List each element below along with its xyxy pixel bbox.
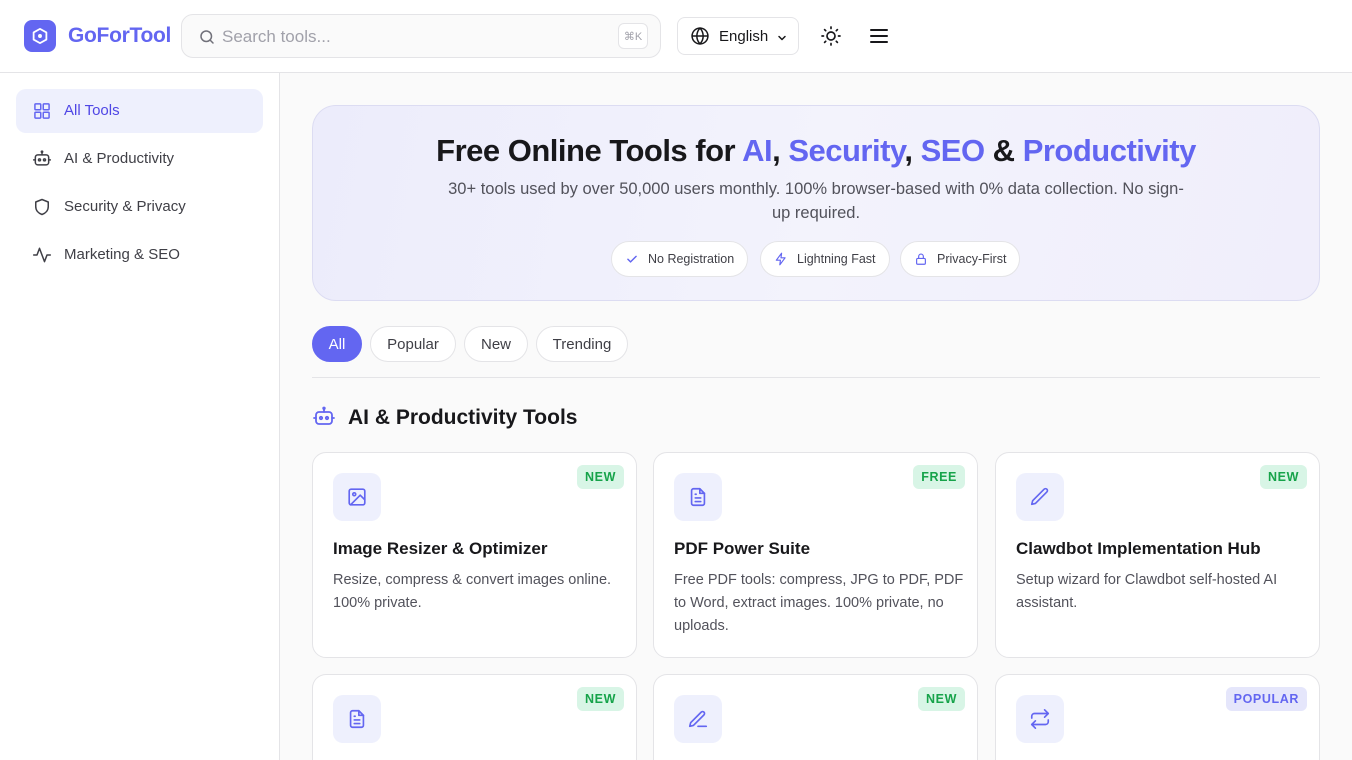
card-description: Free PDF tools: compress, JPG to PDF, PD…: [674, 572, 964, 634]
activity-icon: [32, 245, 52, 265]
new-badge: NEW: [577, 687, 624, 711]
robot-icon: [312, 405, 336, 429]
chevron-down-icon: [776, 32, 788, 44]
tool-card-pdf-power-suite[interactable]: FREE PDF Power Suite Free PDF tools: com…: [653, 452, 978, 658]
language-label: English: [719, 28, 769, 45]
image-icon: [333, 473, 381, 521]
hero-subtitle: 30+ tools used by over 50,000 users mont…: [448, 180, 1184, 222]
feature-pill-no-registration: No Registration: [611, 241, 749, 277]
filter-tab-popular[interactable]: Popular: [370, 326, 456, 362]
grid-icon: [32, 101, 52, 121]
hero-title: Free Online Tools for AI, Security, SEO …: [436, 133, 1196, 168]
search-box[interactable]: ⌘K: [181, 14, 661, 58]
logo-icon[interactable]: [24, 20, 56, 52]
sidebar-item-security-privacy[interactable]: Security & Privacy: [16, 185, 263, 229]
filter-tab-new[interactable]: New: [464, 326, 528, 362]
card-title: PDF Power Suite: [674, 539, 811, 558]
new-badge: NEW: [918, 687, 965, 711]
sidebar-item-marketing-seo[interactable]: Marketing & SEO: [16, 233, 263, 277]
lock-icon: [914, 252, 928, 266]
section-title: AI & Productivity Tools: [348, 406, 578, 429]
search-input[interactable]: [222, 26, 602, 48]
feature-pill-privacy-first: Privacy-First: [900, 241, 1021, 277]
pencil-icon: [1016, 473, 1064, 521]
file-text-icon: [674, 473, 722, 521]
card-description: Resize, compress & convert images online…: [333, 572, 612, 611]
new-badge: NEW: [577, 465, 624, 489]
sidebar: All Tools AI & Productivity Security & P…: [0, 73, 280, 760]
sidebar-item-label: Security & Privacy: [64, 198, 186, 215]
robot-icon: [32, 149, 52, 169]
pill-label: No Registration: [648, 252, 735, 266]
repeat-icon: [1016, 695, 1064, 743]
filter-tab-trending[interactable]: Trending: [536, 326, 628, 362]
shield-icon: [32, 197, 52, 217]
search-shortcut-hint: ⌘K: [618, 23, 648, 49]
tool-card[interactable]: NEW: [653, 674, 978, 760]
card-title: Image Resizer & Optimizer: [333, 539, 548, 558]
tool-card-clawdbot-hub[interactable]: NEW Clawdbot Implementation Hub Setup wi…: [995, 452, 1320, 658]
file-text-icon: [333, 695, 381, 743]
card-title: Clawdbot Implementation Hub: [1016, 539, 1261, 558]
lightning-icon: [774, 252, 788, 266]
sidebar-item-label: Marketing & SEO: [64, 246, 180, 263]
tool-card[interactable]: NEW: [312, 674, 637, 760]
brand-name[interactable]: GoForTool: [68, 24, 171, 48]
feature-pill-lightning-fast: Lightning Fast: [760, 241, 890, 277]
top-header: GoForTool ⌘K English: [0, 0, 1352, 73]
theme-toggle-sun-icon[interactable]: [819, 24, 843, 48]
pill-label: Lightning Fast: [797, 252, 876, 266]
new-badge: NEW: [1260, 465, 1307, 489]
filter-tab-all[interactable]: All: [312, 326, 362, 362]
tool-card[interactable]: POPULAR: [995, 674, 1320, 760]
free-badge: FREE: [913, 465, 965, 489]
popular-badge: POPULAR: [1225, 687, 1307, 711]
card-description: Setup wizard for Clawdbot self-hosted AI…: [1016, 572, 1278, 611]
globe-icon: [690, 26, 710, 46]
section-divider: [312, 377, 1320, 378]
sidebar-item-all-tools[interactable]: All Tools: [16, 89, 263, 133]
hero-banner: Free Online Tools for AI, Security, SEO …: [312, 105, 1320, 301]
hamburger-menu-icon[interactable]: [867, 24, 891, 48]
sidebar-item-label: AI & Productivity: [64, 150, 175, 167]
pill-label: Privacy-First: [937, 252, 1007, 266]
sidebar-item-ai-productivity[interactable]: AI & Productivity: [16, 137, 263, 181]
tool-card-image-resizer[interactable]: NEW Image Resizer & Optimizer Resize, co…: [312, 452, 637, 658]
check-icon: [625, 252, 639, 266]
sidebar-item-label: All Tools: [64, 102, 120, 119]
search-icon: [198, 28, 216, 46]
pen-line-icon: [674, 695, 722, 743]
language-selector[interactable]: English: [677, 17, 799, 55]
